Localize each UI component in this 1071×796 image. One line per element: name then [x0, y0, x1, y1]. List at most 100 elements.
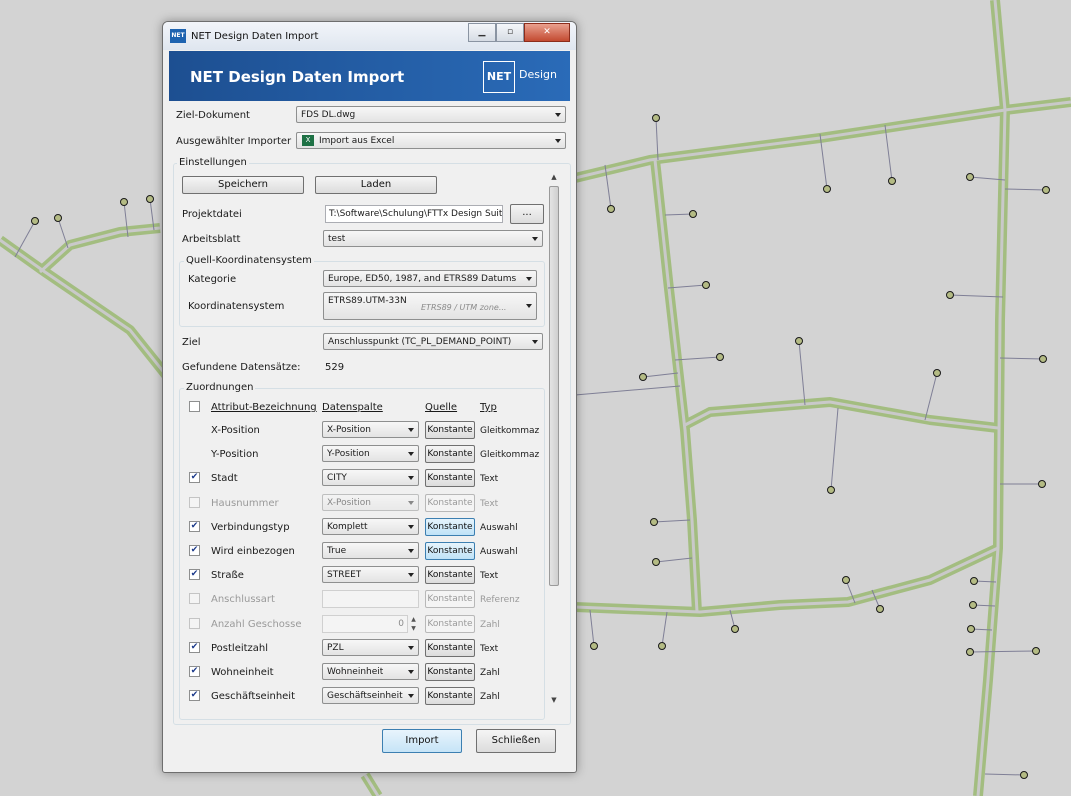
importer-select[interactable]: X Import aus Excel: [296, 132, 566, 149]
road: [36, 223, 161, 276]
ziel-dokument-value: FDS DL.dwg: [301, 110, 356, 120]
row-source-button[interactable]: Konstante: [425, 663, 475, 681]
row-attr-name: X-Position: [211, 425, 260, 436]
scroll-down-icon[interactable]: ▼: [547, 693, 561, 707]
scroll-up-icon[interactable]: ▲: [547, 170, 561, 184]
chevron-down-icon: [408, 501, 414, 505]
chevron-down-icon: [408, 525, 414, 529]
importer-label: Ausgewählter Importer: [176, 136, 292, 147]
row-source-button[interactable]: Konstante: [425, 590, 475, 608]
import-dialog: NET NET Design Daten Import ▁ ▫ ✕ NET De…: [162, 21, 577, 773]
road: [573, 97, 1071, 183]
chevron-down-icon: [555, 113, 561, 117]
chevron-down-icon: [532, 340, 538, 344]
kategorie-select[interactable]: Europe, ED50, 1987, and ETRS89 Datums: [323, 270, 537, 287]
arbeitsblatt-select[interactable]: test: [323, 230, 543, 247]
excel-icon: X: [302, 135, 314, 146]
import-button[interactable]: Import: [382, 729, 462, 753]
row-column-select[interactable]: X-Position: [322, 494, 419, 511]
row-column-select[interactable]: STREET: [322, 566, 419, 583]
chevron-down-icon: [408, 428, 414, 432]
row-attr-name: Straße: [211, 570, 244, 581]
header-col[interactable]: Datenspalte: [322, 402, 383, 413]
row-column-select[interactable]: X-Position: [322, 421, 419, 438]
row-type: Text: [480, 644, 499, 654]
row-checkbox[interactable]: ✔: [189, 545, 200, 556]
projektdatei-input[interactable]: T:\Software\Schulung\FTTx Design Suit: [325, 205, 503, 223]
row-source-button[interactable]: Konstante: [425, 518, 475, 536]
coord-legend: Quell-Koordinatensystem: [184, 255, 314, 266]
save-button[interactable]: Speichern: [182, 176, 304, 194]
row-checkbox[interactable]: ✔: [189, 666, 200, 677]
chevron-down-icon: [526, 277, 532, 281]
maximize-button[interactable]: ▫: [496, 23, 524, 42]
row-type: Text: [480, 499, 499, 509]
row-source-button[interactable]: Konstante: [425, 566, 475, 584]
chevron-down-icon: [526, 304, 532, 308]
demand-point: [731, 625, 739, 633]
row-checkbox[interactable]: ✔: [189, 521, 200, 532]
title-bar[interactable]: NET NET Design Daten Import ▁ ▫ ✕: [163, 22, 576, 50]
row-attr-name: Hausnummer: [211, 498, 279, 509]
row-column-select[interactable]: Komplett: [322, 518, 419, 535]
row-column-select[interactable]: PZL: [322, 639, 419, 656]
row-column-select[interactable]: Wohneinheit: [322, 663, 419, 680]
row-value-input[interactable]: [322, 590, 419, 608]
row-attr-name: Verbindungstyp: [211, 522, 290, 533]
row-source-button[interactable]: Konstante: [425, 615, 475, 633]
row-source-button[interactable]: Konstante: [425, 542, 475, 560]
load-button[interactable]: Laden: [315, 176, 437, 194]
ziel-dokument-select[interactable]: FDS DL.dwg: [296, 106, 566, 123]
chevron-down-icon: [555, 139, 561, 143]
row-checkbox[interactable]: [189, 497, 200, 508]
row-source-button[interactable]: Konstante: [425, 687, 475, 705]
row-checkbox[interactable]: ✔: [189, 690, 200, 701]
koordsys-select[interactable]: ETRS89.UTM-33N ETRS89 / UTM zone...: [323, 292, 537, 320]
einstellungen-legend: Einstellungen: [177, 157, 249, 168]
road: [973, 0, 1010, 796]
spinner-arrows-icon[interactable]: ▲ ▼: [408, 615, 419, 633]
row-checkbox[interactable]: [189, 618, 200, 629]
row-column-select[interactable]: Geschäftseinheit: [322, 687, 419, 704]
ziel-dokument-label: Ziel-Dokument: [176, 110, 250, 121]
close-button[interactable]: ✕: [524, 23, 570, 42]
row-checkbox[interactable]: ✔: [189, 642, 200, 653]
header-attr[interactable]: Attribut-Bezeichnung: [211, 402, 317, 413]
browse-button[interactable]: ...: [510, 204, 544, 224]
demand-point: [966, 173, 974, 181]
header-src[interactable]: Quelle: [425, 402, 457, 413]
row-spinner-input[interactable]: 0: [322, 615, 408, 633]
row-checkbox[interactable]: [189, 593, 200, 604]
row-type: Auswahl: [480, 547, 518, 557]
demand-point: [823, 185, 831, 193]
row-checkbox[interactable]: ✔: [189, 472, 200, 483]
scrollbar[interactable]: ▲ ▼: [547, 170, 561, 707]
scroll-thumb[interactable]: [549, 186, 559, 586]
header-typ[interactable]: Typ: [480, 402, 497, 413]
select-all-checkbox[interactable]: [189, 401, 200, 412]
row-source-button[interactable]: Konstante: [425, 494, 475, 512]
row-checkbox[interactable]: ✔: [189, 569, 200, 580]
demand-point: [702, 281, 710, 289]
row-column-select[interactable]: Y-Position: [322, 445, 419, 462]
row-type: Gleitkommaz: [480, 450, 540, 460]
arbeitsblatt-label: Arbeitsblatt: [182, 234, 241, 245]
row-source-button[interactable]: Konstante: [425, 639, 475, 657]
row-source-button[interactable]: Konstante: [425, 469, 475, 487]
minimize-button[interactable]: ▁: [468, 23, 496, 42]
row-column-select[interactable]: True: [322, 542, 419, 559]
ziel-select[interactable]: Anschlusspunkt (TC_PL_DEMAND_POINT): [323, 333, 543, 350]
row-source-button[interactable]: Konstante: [425, 421, 475, 439]
demand-point: [966, 648, 974, 656]
schliessen-button[interactable]: Schließen: [476, 729, 556, 753]
demand-point: [1038, 480, 1046, 488]
demand-point: [54, 214, 62, 222]
row-attr-name: Anzahl Geschosse: [211, 619, 302, 630]
ziel-value: Anschlusspunkt (TC_PL_DEMAND_POINT): [328, 337, 512, 347]
row-type: Zahl: [480, 692, 500, 702]
app-icon: NET: [170, 29, 186, 43]
window-title: NET Design Daten Import: [191, 31, 319, 42]
row-column-select[interactable]: CITY: [322, 469, 419, 486]
projektdatei-label: Projektdatei: [182, 209, 242, 220]
row-source-button[interactable]: Konstante: [425, 445, 475, 463]
